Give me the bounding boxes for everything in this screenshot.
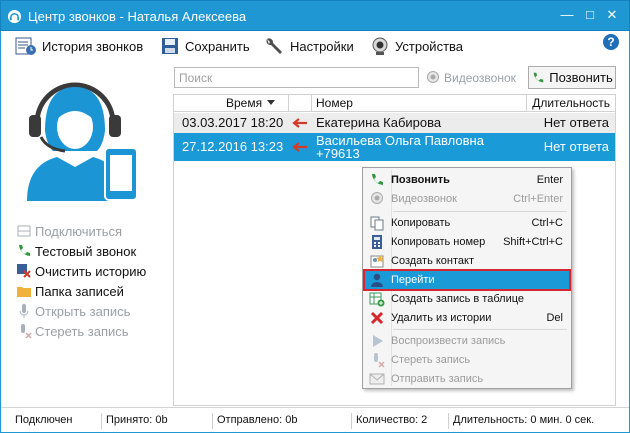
sidebar-item-label: Открыть запись xyxy=(35,303,131,319)
connect-icon xyxy=(17,225,31,237)
row-duration: Нет ответа xyxy=(543,115,609,130)
search-input[interactable]: Поиск xyxy=(174,67,419,88)
sidebar-actions: Подключиться Тестовый звонок Очистить ис… xyxy=(16,221,176,341)
table-row[interactable]: 03.03.2017 18:20 Екатерина Кабирова Нет … xyxy=(174,113,615,133)
calculator-icon xyxy=(372,235,382,249)
sidebar-item-clear-history[interactable]: Очистить историю xyxy=(16,261,176,281)
operator-avatar xyxy=(27,82,138,201)
menu-item-go-to[interactable]: Перейти xyxy=(363,269,571,291)
sidebar-item-connect[interactable]: Подключиться xyxy=(16,221,176,241)
settings-button-label: Настройки xyxy=(290,38,354,54)
videocall-button[interactable]: Видеозвонок xyxy=(425,67,523,88)
app-headset-icon xyxy=(7,9,22,24)
menu-item-delete-from-history[interactable]: Удалить из истории Del xyxy=(365,309,569,327)
status-count: Количество: 2 xyxy=(351,413,447,429)
table-header: Время Номер Длительность xyxy=(174,95,615,112)
call-button[interactable]: Позвонить xyxy=(528,66,616,89)
menu-item-create-contact[interactable]: Создать контакт xyxy=(365,252,569,270)
webcam-icon xyxy=(372,37,388,55)
create-contact-icon xyxy=(370,255,384,268)
webcam-icon xyxy=(427,70,439,83)
status-bar: Подключен Принято: 0b Отправлено: 0b Кол… xyxy=(1,407,629,432)
microphone-icon xyxy=(19,304,29,318)
menu-item-copy-number[interactable]: Копировать номер Shift+Ctrl+C xyxy=(365,233,569,251)
context-menu: Позвонить Enter Видеозвонок Ctrl+Enter К… xyxy=(362,167,572,389)
clear-history-icon xyxy=(17,264,31,278)
copy-icon xyxy=(370,216,384,231)
status-connection: Подключен xyxy=(15,414,73,426)
row-number-line2: +79613 xyxy=(316,146,360,161)
webcam-icon xyxy=(371,192,383,204)
sidebar-item-erase-record[interactable]: Стереть запись xyxy=(16,321,176,341)
menu-item-create-table-record[interactable]: Создать запись в таблице xyxy=(365,290,569,308)
menu-item-call[interactable]: Позвонить Enter xyxy=(365,171,569,189)
menu-item-send-record[interactable]: Отправить запись xyxy=(365,370,569,388)
outgoing-arrow-icon xyxy=(292,118,307,128)
play-icon xyxy=(373,335,383,347)
toolbar: История звонков Сохранить Настройки Устр… xyxy=(1,31,629,61)
floppy-disk-icon xyxy=(162,38,178,54)
help-icon[interactable]: ? xyxy=(603,34,619,50)
title-bar[interactable]: Центр звонков - Наталья Алексеева — □ ✕ xyxy=(0,0,630,31)
history-button-label: История звонков xyxy=(42,38,144,54)
settings-button[interactable]: Настройки xyxy=(263,34,354,58)
close-button[interactable]: ✕ xyxy=(601,6,623,26)
menu-separator xyxy=(393,211,567,212)
sidebar-item-test-call[interactable]: Тестовый звонок xyxy=(16,241,176,261)
sort-descending-icon xyxy=(267,100,276,105)
row-time: 27.12.2016 13:23 xyxy=(182,139,284,154)
videocall-button-label: Видеозвонок xyxy=(444,70,516,85)
table-row-selected[interactable]: 27.12.2016 13:23 Васильева Ольга Павловн… xyxy=(174,133,615,161)
menu-separator xyxy=(393,329,567,330)
row-time: 03.03.2017 18:20 xyxy=(182,115,284,130)
microphone-delete-icon xyxy=(374,353,385,368)
column-header-number[interactable]: Номер xyxy=(311,95,526,112)
call-button-label: Позвонить xyxy=(549,70,613,85)
row-duration: Нет ответа xyxy=(543,139,609,154)
sidebar-item-label: Папка записей xyxy=(35,283,124,299)
outgoing-arrow-icon xyxy=(292,142,307,152)
phone-icon xyxy=(533,72,544,82)
sidebar-item-label: Очистить историю xyxy=(35,263,147,279)
sidebar-item-label: Тестовый звонок xyxy=(35,243,137,259)
maximize-button[interactable]: □ xyxy=(579,6,601,26)
wrench-icon xyxy=(266,38,282,54)
microphone-delete-icon xyxy=(21,324,32,339)
window-title: Центр звонков - Наталья Алексеева xyxy=(28,9,247,24)
menu-item-erase-record[interactable]: Стереть запись xyxy=(365,351,569,369)
mail-icon xyxy=(369,373,385,385)
main-window: История звонков Сохранить Настройки Устр… xyxy=(0,31,630,433)
sidebar-item-label: Стереть запись xyxy=(35,323,129,339)
folder-icon xyxy=(17,287,31,297)
minimize-button[interactable]: — xyxy=(556,6,578,26)
save-button-label: Сохранить xyxy=(185,38,250,54)
phone-icon xyxy=(19,245,30,256)
history-button[interactable]: История звонков xyxy=(15,34,143,58)
table-add-icon xyxy=(369,292,385,307)
menu-item-copy[interactable]: Копировать Ctrl+C xyxy=(365,214,569,232)
status-duration: Длительность: 0 мин. 0 сек. xyxy=(448,413,624,429)
sidebar-item-label: Подключиться xyxy=(35,223,123,239)
status-sent: Отправлено: 0b xyxy=(212,413,350,429)
status-received: Принято: 0b xyxy=(101,413,211,429)
call-history-icon xyxy=(15,37,36,55)
column-header-time[interactable]: Время xyxy=(226,95,286,112)
menu-item-play-record[interactable]: Воспроизвести запись xyxy=(365,332,569,350)
devices-button-label: Устройства xyxy=(395,38,464,54)
devices-button[interactable]: Устройства xyxy=(370,34,463,58)
menu-item-videocall[interactable]: Видеозвонок Ctrl+Enter xyxy=(365,190,569,208)
column-header-duration[interactable]: Длительность xyxy=(526,95,615,112)
save-button[interactable]: Сохранить xyxy=(160,34,250,58)
row-number: Екатерина Кабирова xyxy=(316,115,442,130)
sidebar-item-open-record[interactable]: Открыть запись xyxy=(16,301,176,321)
column-header-direction[interactable] xyxy=(288,95,310,112)
phone-icon xyxy=(372,174,383,185)
user-icon xyxy=(371,273,383,287)
delete-icon xyxy=(370,311,384,325)
sidebar-item-records-folder[interactable]: Папка записей xyxy=(16,281,176,301)
